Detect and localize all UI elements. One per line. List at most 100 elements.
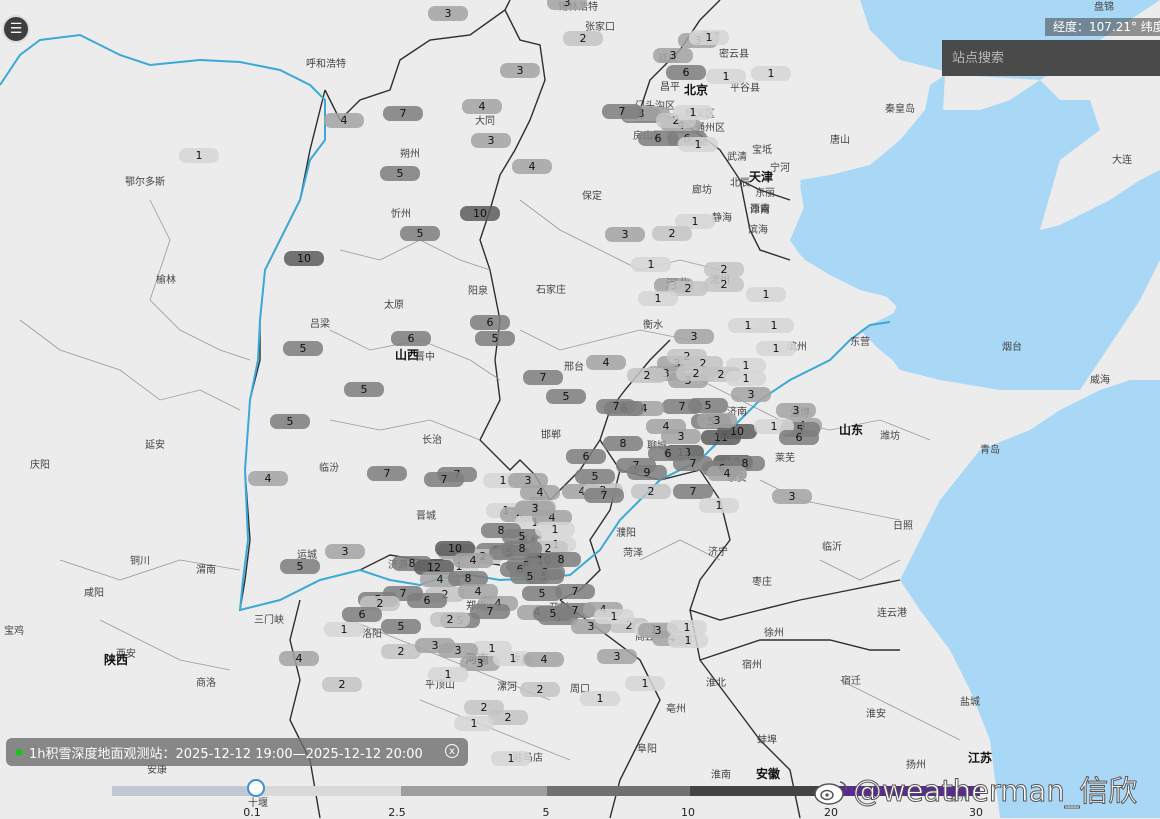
station-marker[interactable]: 7: [673, 484, 713, 499]
station-marker[interactable]: 4: [520, 485, 560, 500]
station-marker[interactable]: 3: [776, 403, 816, 418]
station-marker[interactable]: 2: [652, 226, 692, 241]
station-marker[interactable]: 3: [661, 429, 701, 444]
station-marker[interactable]: 4: [324, 113, 364, 128]
station-marker[interactable]: 5: [510, 569, 550, 584]
station-marker[interactable]: 1: [668, 633, 708, 648]
station-search-input[interactable]: [942, 40, 1160, 76]
station-marker[interactable]: 3: [674, 329, 714, 344]
station-marker[interactable]: 10: [284, 251, 324, 266]
station-marker[interactable]: 2: [430, 612, 470, 627]
station-marker[interactable]: 7: [367, 466, 407, 481]
station-marker[interactable]: 1: [726, 371, 766, 386]
station-marker[interactable]: 1: [673, 105, 713, 120]
station-marker[interactable]: 4: [453, 553, 493, 568]
station-marker[interactable]: 5: [381, 619, 421, 634]
station-marker[interactable]: 6: [638, 131, 678, 146]
station-marker[interactable]: 1: [631, 257, 671, 272]
station-marker[interactable]: 8: [603, 436, 643, 451]
station-marker[interactable]: 6: [779, 430, 819, 445]
station-marker[interactable]: 5: [575, 469, 615, 484]
station-marker[interactable]: 5: [533, 606, 573, 621]
station-marker[interactable]: 1: [638, 291, 678, 306]
station-marker[interactable]: 3: [428, 6, 468, 21]
station-marker[interactable]: 1: [667, 620, 707, 635]
station-marker[interactable]: 3: [653, 48, 693, 63]
station-marker[interactable]: 4: [524, 652, 564, 667]
station-marker[interactable]: 6: [470, 315, 510, 330]
station-marker[interactable]: 5: [283, 341, 323, 356]
station-marker[interactable]: 2: [520, 682, 560, 697]
station-marker[interactable]: 1: [179, 148, 219, 163]
station-marker[interactable]: 8: [541, 552, 581, 567]
station-marker[interactable]: 3: [325, 544, 365, 559]
station-marker[interactable]: 3: [772, 489, 812, 504]
station-marker[interactable]: 3: [515, 501, 555, 516]
station-marker[interactable]: 3: [731, 387, 771, 402]
station-marker[interactable]: 7: [602, 104, 642, 119]
station-marker[interactable]: 8: [502, 541, 542, 556]
station-marker[interactable]: 1: [324, 622, 364, 637]
station-marker[interactable]: 1: [706, 69, 746, 84]
station-marker[interactable]: 7: [424, 472, 464, 487]
station-marker[interactable]: 4: [248, 471, 288, 486]
station-marker[interactable]: 5: [400, 226, 440, 241]
station-marker[interactable]: 2: [563, 31, 603, 46]
station-marker[interactable]: 3: [597, 649, 637, 664]
station-marker[interactable]: 2: [704, 262, 744, 277]
station-marker[interactable]: 1: [594, 609, 634, 624]
station-marker[interactable]: 1: [699, 498, 739, 513]
station-marker[interactable]: 5: [270, 414, 310, 429]
station-marker[interactable]: 4: [586, 355, 626, 370]
station-marker[interactable]: 7: [523, 370, 563, 385]
station-marker[interactable]: 3: [697, 413, 737, 428]
menu-button[interactable]: ☰: [2, 15, 30, 43]
station-marker[interactable]: 4: [512, 159, 552, 174]
station-marker[interactable]: 1: [625, 676, 665, 691]
station-marker[interactable]: 6: [407, 593, 447, 608]
station-marker[interactable]: 6: [666, 65, 706, 80]
station-marker[interactable]: 5: [546, 389, 586, 404]
station-marker[interactable]: 1: [751, 66, 791, 81]
station-marker[interactable]: 1: [454, 716, 494, 731]
station-marker[interactable]: 1: [491, 751, 531, 766]
station-marker[interactable]: 2: [627, 368, 667, 383]
station-marker[interactable]: 2: [704, 277, 744, 292]
station-marker[interactable]: 2: [631, 484, 671, 499]
station-marker[interactable]: 6: [391, 331, 431, 346]
station-marker[interactable]: 5: [380, 166, 420, 181]
station-marker[interactable]: 1: [728, 318, 768, 333]
station-marker[interactable]: 5: [475, 331, 515, 346]
station-marker[interactable]: 9: [627, 465, 667, 480]
legend-slider-knob[interactable]: [247, 779, 265, 797]
snow-depth-map[interactable]: 锡林浩特张家口承德呼和浩特延庆密云县北京平谷县昌平大同门头沟区顺义区房山区大兴区…: [0, 0, 1160, 818]
station-marker[interactable]: 3: [547, 0, 587, 10]
station-marker[interactable]: 5: [344, 382, 384, 397]
close-icon[interactable]: x: [445, 744, 459, 758]
station-marker[interactable]: 5: [688, 398, 728, 413]
station-marker[interactable]: 2: [676, 366, 716, 381]
station-marker[interactable]: 1: [428, 667, 468, 682]
station-marker[interactable]: 2: [381, 644, 421, 659]
station-marker[interactable]: 6: [566, 449, 606, 464]
station-marker[interactable]: 4: [707, 466, 747, 481]
station-marker[interactable]: 3: [605, 227, 645, 242]
station-marker[interactable]: 7: [584, 488, 624, 503]
station-marker[interactable]: 3: [500, 63, 540, 78]
station-marker[interactable]: 3: [438, 643, 478, 658]
station-marker[interactable]: 10: [460, 206, 500, 221]
station-marker[interactable]: 1: [535, 522, 575, 537]
station-marker[interactable]: 1: [756, 341, 796, 356]
station-marker[interactable]: 1: [678, 137, 718, 152]
station-marker[interactable]: 3: [471, 133, 511, 148]
station-marker[interactable]: 4: [279, 651, 319, 666]
station-marker[interactable]: 7: [383, 106, 423, 121]
station-marker[interactable]: 2: [464, 700, 504, 715]
station-marker[interactable]: 5: [280, 559, 320, 574]
station-marker[interactable]: 1: [580, 691, 620, 706]
station-marker[interactable]: 7: [555, 584, 595, 599]
station-marker[interactable]: 4: [462, 99, 502, 114]
station-marker[interactable]: 7: [596, 399, 636, 414]
station-marker[interactable]: 6: [342, 607, 382, 622]
station-marker[interactable]: 1: [689, 30, 729, 45]
